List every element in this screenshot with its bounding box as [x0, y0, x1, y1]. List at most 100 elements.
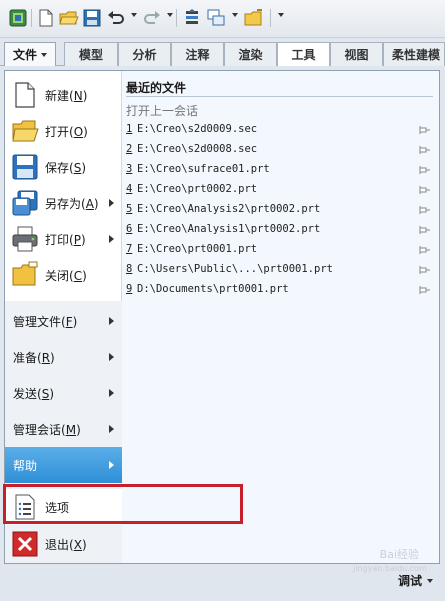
submenu-arrow-icon	[109, 425, 114, 433]
windows-icon[interactable]	[206, 8, 226, 28]
recent-file-number: 8	[126, 263, 133, 275]
save-icon[interactable]	[82, 8, 102, 28]
menu-item-print-label: 打印(P)	[45, 232, 86, 247]
pin-icon[interactable]	[419, 205, 431, 214]
recent-file-number: 1	[126, 123, 133, 135]
submenu-arrow-icon	[109, 317, 114, 325]
annotation-highlight-box	[3, 484, 243, 524]
tab-label: 注释	[185, 48, 210, 62]
menu-item-open[interactable]: 打开(O)	[5, 113, 122, 149]
recent-file-item[interactable]: 3 E:\Creo\sufrace01.prt	[126, 159, 431, 179]
submenu-arrow-icon	[109, 353, 114, 361]
menu-item-save-as[interactable]: 另存为(A)	[5, 185, 122, 221]
tab-file[interactable]: 文件	[4, 42, 56, 66]
menu-item-close-label: 关闭(C)	[45, 268, 87, 283]
new-icon[interactable]	[36, 8, 56, 28]
tab-view[interactable]: 视图	[330, 42, 383, 66]
recent-file-item[interactable]: 6 E:\Creo\Analysis1\prt0002.prt	[126, 219, 431, 239]
submenu-arrow-icon	[109, 235, 114, 243]
recent-file-item[interactable]: 9 D:\Documents\prt0001.prt	[126, 279, 431, 299]
menu-item-manage-file[interactable]: 管理文件(F)	[5, 303, 122, 339]
save-disk-icon	[11, 153, 39, 181]
regenerate-icon[interactable]	[182, 8, 202, 28]
divider	[126, 96, 433, 97]
tab-label: 工具	[291, 48, 316, 62]
menu-item-save-as-label: 另存为(A)	[45, 196, 99, 211]
redo-dropdown-icon[interactable]	[167, 13, 173, 17]
menu-item-manage-file-label: 管理文件(F)	[13, 314, 78, 329]
recent-file-item[interactable]: 1 E:\Creo\s2d0009.sec	[126, 119, 431, 139]
submenu-arrow-icon	[109, 199, 114, 207]
exit-x-icon	[11, 530, 39, 558]
menu-item-exit-label: 退出(X)	[45, 537, 87, 552]
pin-icon[interactable]	[419, 265, 431, 274]
recent-file-path: E:\Creo\sufrace01.prt	[137, 163, 270, 175]
debug-dropdown[interactable]: 调试	[398, 572, 433, 589]
tab-label: 渲染	[238, 48, 263, 62]
menu-item-close[interactable]: 关闭(C)	[5, 257, 122, 293]
tab-flexible-modeling[interactable]: 柔性建模	[383, 42, 445, 66]
pin-icon[interactable]	[419, 285, 431, 294]
tab-render[interactable]: 渲染	[224, 42, 277, 66]
app-frame: 文件 模型 分析 注释 渲染 工具 视图 柔性建模 新建(N) 打开(O) 保存…	[0, 0, 445, 601]
menu-item-print[interactable]: 打印(P)	[5, 221, 122, 257]
recent-files-title: 最近的文件	[126, 81, 187, 95]
recent-file-path: D:\Documents\prt0001.prt	[137, 283, 289, 295]
tab-label: 分析	[132, 48, 157, 62]
menu-item-prepare[interactable]: 准备(R)	[5, 339, 122, 375]
menu-item-new[interactable]: 新建(N)	[5, 77, 122, 113]
quick-access-toolbar	[0, 0, 445, 38]
recent-file-path: E:\Creo\s2d0008.sec	[137, 143, 258, 155]
pin-icon[interactable]	[419, 165, 431, 174]
undo-icon[interactable]	[106, 8, 126, 28]
close-window-icon[interactable]	[244, 8, 264, 28]
tab-analysis[interactable]: 分析	[118, 42, 171, 66]
tab-annotate[interactable]: 注释	[171, 42, 224, 66]
pin-icon[interactable]	[419, 145, 431, 154]
recent-file-path: E:\Creo\Analysis2\prt0002.prt	[137, 203, 321, 215]
menu-item-manage-session[interactable]: 管理会话(M)	[5, 411, 122, 447]
pin-icon[interactable]	[419, 245, 431, 254]
recent-file-item[interactable]: 5 E:\Creo\Analysis2\prt0002.prt	[126, 199, 431, 219]
undo-dropdown-icon[interactable]	[131, 13, 137, 17]
tab-tools[interactable]: 工具	[277, 42, 330, 66]
submenu-arrow-icon	[109, 461, 114, 469]
chevron-down-icon	[427, 578, 433, 583]
recent-file-number: 2	[126, 143, 133, 155]
menu-item-help[interactable]: 帮助	[5, 447, 122, 483]
chevron-down-icon	[41, 52, 47, 57]
menu-item-save-label: 保存(S)	[45, 160, 87, 175]
menu-item-save[interactable]: 保存(S)	[5, 149, 122, 185]
pin-icon[interactable]	[419, 225, 431, 234]
windows-dropdown-icon[interactable]	[232, 13, 238, 17]
debug-label: 调试	[397, 574, 422, 588]
open-icon[interactable]	[59, 8, 79, 28]
recent-file-path: E:\Creo\Analysis1\prt0002.prt	[137, 223, 321, 235]
recent-file-item[interactable]: 7 E:\Creo\prt0001.prt	[126, 239, 431, 259]
pin-icon[interactable]	[419, 185, 431, 194]
open-folder-icon	[11, 117, 39, 145]
recent-file-path: E:\Creo\prt0001.prt	[137, 243, 258, 255]
recent-file-path: E:\Creo\prt0002.prt	[137, 183, 258, 195]
recent-file-item[interactable]: 8 C:\Users\Public\...\prt0001.prt	[126, 259, 431, 279]
recent-file-number: 3	[126, 163, 133, 175]
customize-icon[interactable]	[278, 13, 284, 17]
app-icon[interactable]	[8, 8, 28, 28]
menu-item-exit[interactable]: 退出(X)	[5, 527, 122, 561]
recent-file-item[interactable]: 4 E:\Creo\prt0002.prt	[126, 179, 431, 199]
tab-model[interactable]: 模型	[64, 42, 118, 66]
tab-label: 模型	[78, 48, 103, 62]
recent-file-path: C:\Users\Public\...\prt0001.prt	[137, 263, 333, 275]
open-last-session-link[interactable]: 打开上一会话	[126, 102, 198, 119]
tab-file-label: 文件	[12, 48, 37, 62]
pin-icon[interactable]	[419, 125, 431, 134]
new-file-icon	[11, 81, 39, 109]
recent-file-item[interactable]: 2 E:\Creo\s2d0008.sec	[126, 139, 431, 159]
menu-item-send[interactable]: 发送(S)	[5, 375, 122, 411]
recent-file-number: 9	[126, 283, 133, 295]
redo-icon[interactable]	[142, 8, 162, 28]
recent-file-number: 6	[126, 223, 133, 235]
save-as-icon	[11, 189, 39, 217]
menu-item-open-label: 打开(O)	[45, 124, 88, 139]
close-folder-icon	[11, 261, 39, 289]
